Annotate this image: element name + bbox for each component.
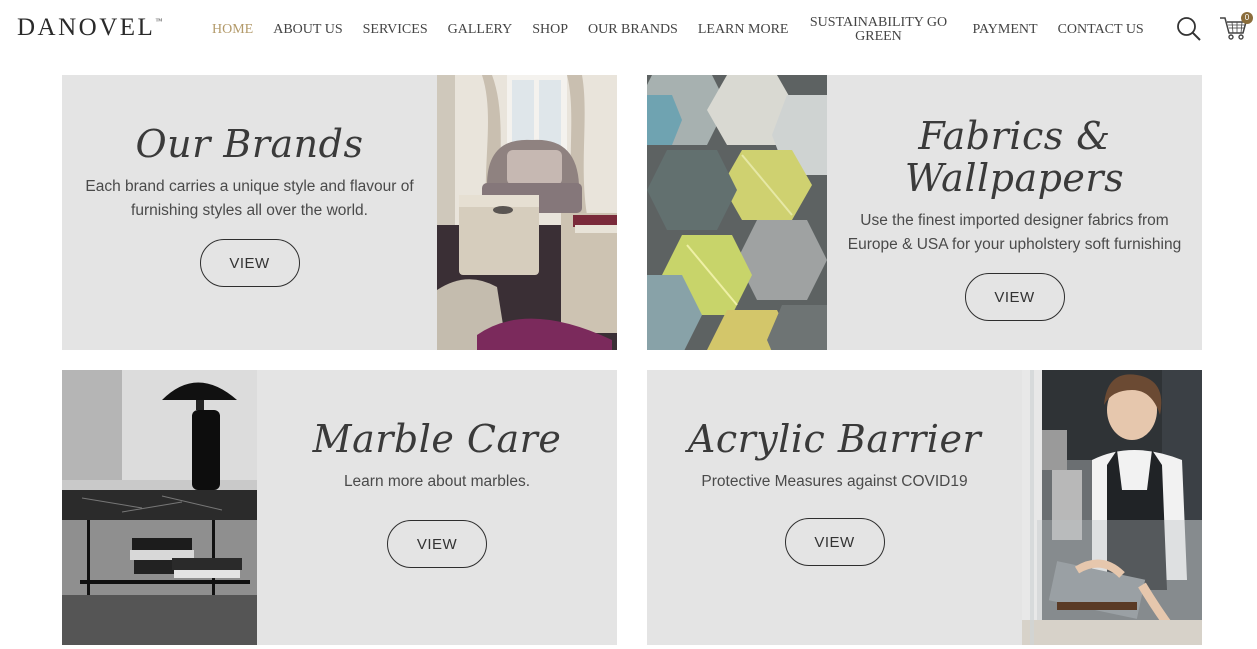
site-header: DANOVEL™ HOME ABOUT US SERVICES GALLERY … [0, 0, 1257, 60]
barista-behind-acrylic-shield-photo [1022, 370, 1202, 645]
nav-gallery[interactable]: GALLERY [448, 23, 513, 37]
main-nav: HOME ABOUT US SERVICES GALLERY SHOP OUR … [212, 0, 1164, 60]
marble-console-table-photo [62, 370, 257, 645]
living-room-illustration [437, 75, 617, 350]
cart-count-badge: 0 [1241, 12, 1253, 24]
card-acrylic-barrier: Acrylic Barrier Protective Measures agai… [647, 370, 1202, 645]
card-fabrics-wallpapers: Fabrics & Wallpapers Use the finest impo… [647, 75, 1202, 350]
card-description: Use the finest imported designer fabrics… [847, 212, 1182, 253]
marble-table-illustration [62, 370, 257, 645]
card-marble-care: Marble Care Learn more about marbles. VI… [62, 370, 617, 645]
nav-services[interactable]: SERVICES [363, 23, 428, 37]
barista-illustration [1022, 370, 1202, 645]
logo-trademark: ™ [155, 16, 163, 25]
view-button[interactable]: VIEW [199, 239, 300, 287]
view-button[interactable]: VIEW [387, 520, 487, 568]
card-title: Our Brands [135, 122, 364, 166]
card-description: Learn more about marbles. [343, 473, 531, 490]
card-content: Acrylic Barrier Protective Measures agai… [647, 370, 1022, 645]
card-description: Each brand carries a unique style and fl… [85, 178, 414, 219]
card-content: Marble Care Learn more about marbles. VI… [257, 370, 617, 645]
nav-about-us[interactable]: ABOUT US [273, 23, 342, 37]
nav-payment[interactable]: PAYMENT [972, 23, 1037, 37]
view-button[interactable]: VIEW [784, 518, 885, 566]
search-icon[interactable] [1176, 16, 1202, 42]
card-content: Our Brands Each brand carries a unique s… [62, 75, 437, 350]
card-our-brands: Our Brands Each brand carries a unique s… [62, 75, 617, 350]
nav-home[interactable]: HOME [212, 23, 253, 37]
card-title: Acrylic Barrier [687, 417, 982, 461]
nav-sustainability[interactable]: SUSTAINABILITY GO GREEN [808, 16, 948, 44]
logo-text: DANOVEL [17, 14, 156, 41]
card-content: Fabrics & Wallpapers Use the finest impo… [827, 75, 1202, 350]
card-title: Marble Care [312, 417, 562, 461]
card-description: Protective Measures against COVID19 [701, 473, 968, 490]
living-room-armchair-photo [437, 75, 617, 350]
nav-our-brands[interactable]: OUR BRANDS [588, 23, 678, 37]
hexagon-fabric-samples-photo [647, 75, 827, 350]
site-logo[interactable]: DANOVEL™ [17, 14, 162, 42]
view-button[interactable]: VIEW [964, 273, 1065, 321]
card-title: Fabrics & Wallpapers [904, 114, 1125, 200]
nav-shop[interactable]: SHOP [532, 23, 568, 37]
nav-contact-us[interactable]: CONTACT US [1058, 23, 1144, 37]
fabric-hexagons-illustration [647, 75, 827, 350]
nav-learn-more[interactable]: LEARN MORE [698, 23, 789, 37]
